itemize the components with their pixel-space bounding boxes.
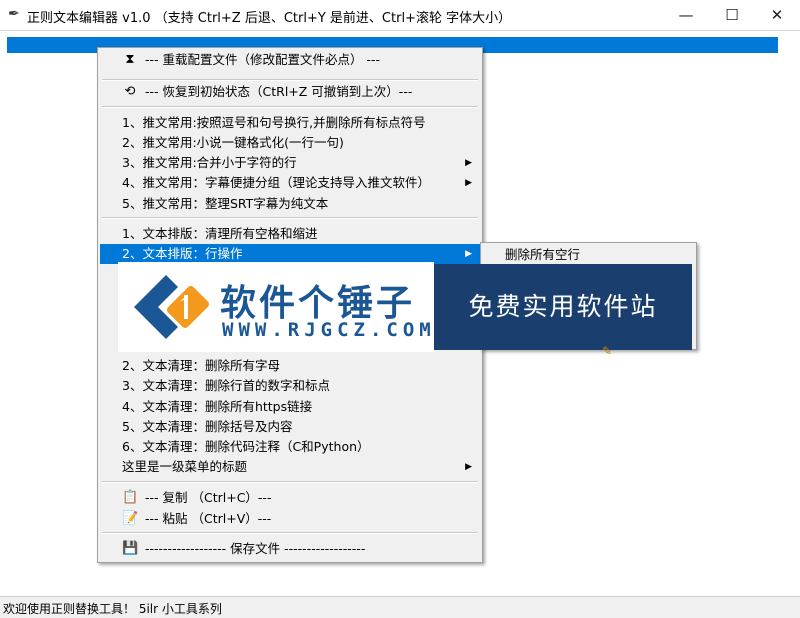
- menu-item-reload-config[interactable]: ⧗ --- 重载配置文件（修改配置文件必点） ---: [100, 50, 480, 70]
- menu-item-tuiwen-1[interactable]: 1、推文常用:按照逗号和句号换行,并删除所有标点符号: [100, 113, 480, 133]
- menu-item-layout-2[interactable]: 2、文本排版：行操作 ▶: [100, 244, 480, 264]
- maximize-button[interactable]: ☐: [709, 0, 755, 30]
- menu-separator: [102, 481, 478, 483]
- menu-item-clean-2[interactable]: 2、文本清理：删除所有字母: [100, 356, 480, 376]
- title-bar: ✒ 正则文本编辑器 v1.0 （支持 Ctrl+Z 后退、Ctrl+Y 是前进、…: [0, 0, 800, 30]
- menu-item-label: 5、文本清理：删除括号及内容: [122, 419, 293, 434]
- menu-item-clean-4[interactable]: 4、文本清理：删除所有https链接: [100, 397, 480, 417]
- submenu-arrow-icon: ▶: [465, 158, 472, 168]
- watermark-slogan-panel: 免费实用软件站: [434, 264, 692, 350]
- watermark-banner: 软件个锤子 WWW.RJGCZ.COM 免费实用软件站: [118, 262, 692, 352]
- menu-item-label: --- 重载配置文件（修改配置文件必点） ---: [145, 52, 381, 67]
- menu-item-label: --- 粘贴 （Ctrl+V）---: [145, 511, 272, 526]
- submenu-arrow-icon: ▶: [465, 178, 472, 188]
- status-text: 欢迎使用正则替换工具！ 5ilr 小工具系列: [3, 602, 222, 616]
- menu-item-label: 1、文本排版：清理所有空格和缩进: [122, 226, 318, 241]
- close-button[interactable]: ✕: [754, 0, 800, 30]
- submenu-arrow-icon: ▶: [465, 249, 472, 259]
- status-bar: 欢迎使用正则替换工具！ 5ilr 小工具系列: [0, 596, 800, 618]
- menu-item-label: 4、文本清理：删除所有https链接: [122, 399, 313, 414]
- watermark-slogan: 免费实用软件站: [468, 292, 658, 321]
- menu-separator: [102, 532, 478, 534]
- menu-separator: [102, 106, 478, 108]
- feather-pen-icon: ✒: [8, 6, 20, 22]
- menu-item-tuiwen-5[interactable]: 5、推文常用：整理SRT字幕为纯文本: [100, 194, 480, 214]
- menu-item-label: 5、推文常用：整理SRT字幕为纯文本: [122, 196, 329, 211]
- restore-icon: ⟲: [124, 84, 136, 99]
- menu-item-label: 2、文本排版：行操作: [122, 246, 243, 261]
- menu-item-clean-3[interactable]: 3、文本清理：删除行首的数字和标点: [100, 376, 480, 396]
- menu-item-label: 4、推文常用：字幕便捷分组（理论支持导入推文软件）: [122, 175, 430, 190]
- menu-separator: [102, 217, 478, 219]
- menu-item-label: 3、文本清理：删除行首的数字和标点: [122, 378, 330, 393]
- pencil-cursor-icon: ✎: [602, 344, 613, 358]
- window-title: 正则文本编辑器 v1.0 （支持 Ctrl+Z 后退、Ctrl+Y 是前进、Ct…: [27, 11, 512, 26]
- menu-item-label: 2、推文常用:小说一键格式化(一行一句): [122, 135, 344, 150]
- menu-item-label: --- 复制 （Ctrl+C）---: [145, 490, 272, 505]
- menu-item-label: --- 恢复到初始状态（CtRl+Z 可撤销到上次）---: [145, 84, 413, 99]
- menu-item-clean-5[interactable]: 5、文本清理：删除括号及内容: [100, 417, 480, 437]
- menu-item-tuiwen-2[interactable]: 2、推文常用:小说一键格式化(一行一句): [100, 133, 480, 153]
- hourglass-icon: ⧗: [125, 52, 135, 67]
- menu-item-label: 6、文本清理：删除代码注释（C和Python）: [122, 439, 370, 454]
- menu-item-label: 3、推文常用:合并小于字符的行: [122, 155, 297, 170]
- clipboard-icon: 📋: [122, 490, 139, 505]
- submenu-arrow-icon: ▶: [465, 462, 472, 472]
- menu-item-label: 2、文本清理：删除所有字母: [122, 358, 280, 373]
- menu-item-tuiwen-4[interactable]: 4、推文常用：字幕便捷分组（理论支持导入推文软件） ▶: [100, 173, 480, 193]
- minimize-button[interactable]: —: [663, 0, 709, 30]
- watermark-brand-panel: 软件个锤子 WWW.RJGCZ.COM: [118, 262, 434, 352]
- menu-item-label: 1、推文常用:按照逗号和句号换行,并删除所有标点符号: [122, 115, 426, 130]
- menu-item-layout-1[interactable]: 1、文本排版：清理所有空格和缩进: [100, 224, 480, 244]
- menu-separator: [102, 79, 478, 81]
- menu-item-copy[interactable]: 📋 --- 复制 （Ctrl+C）---: [100, 488, 480, 508]
- brand-logo-icon: [134, 275, 209, 339]
- save-disk-icon: 💾: [122, 541, 139, 556]
- paste-icon: 📝: [122, 511, 139, 526]
- menu-item-save-file[interactable]: 💾 ------------------ 保存文件 --------------…: [100, 539, 480, 559]
- menu-item-clean-6[interactable]: 6、文本清理：删除代码注释（C和Python）: [100, 437, 480, 457]
- menu-item-restore-initial[interactable]: ⟲ --- 恢复到初始状态（CtRl+Z 可撤销到上次）---: [100, 82, 480, 102]
- menu-item-paste[interactable]: 📝 --- 粘贴 （Ctrl+V）---: [100, 509, 480, 529]
- watermark-url: WWW.RJGCZ.COM: [222, 319, 436, 341]
- menu-item-label: ------------------ 保存文件 ----------------…: [145, 541, 366, 556]
- menu-item-level1-title[interactable]: 这里是一级菜单的标题 ▶: [100, 457, 480, 477]
- menu-item-tuiwen-3[interactable]: 3、推文常用:合并小于字符的行 ▶: [100, 153, 480, 173]
- menu-item-label: 这里是一级菜单的标题: [122, 459, 248, 474]
